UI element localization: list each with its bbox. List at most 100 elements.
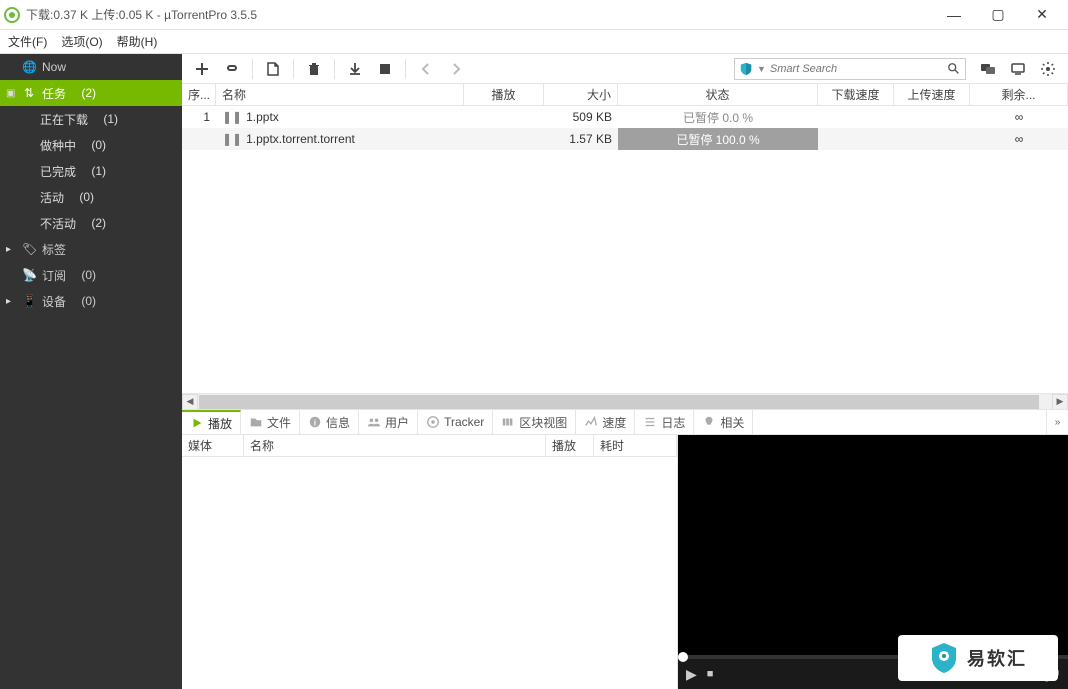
maximize-button[interactable]: ▢	[976, 1, 1020, 29]
sidebar-item-now[interactable]: 🌐 Now	[0, 54, 182, 80]
col-media-name[interactable]: 名称	[244, 435, 546, 456]
scroll-left-icon[interactable]: ◀	[182, 394, 198, 410]
delete-button[interactable]	[300, 56, 328, 82]
menu-help[interactable]: 帮助(H)	[117, 33, 158, 50]
expand-icon: ▸	[6, 296, 16, 307]
col-size[interactable]: 大小	[544, 84, 618, 105]
menu-file[interactable]: 文件(F)	[8, 33, 47, 50]
cell-name: ❚❚ 1.pptx.torrent.torrent	[216, 128, 464, 150]
tab-pieces[interactable]: 区块视图	[493, 410, 576, 434]
media-list-body[interactable]	[182, 457, 677, 689]
sidebar-item-active[interactable]: 活动 (0)	[0, 184, 182, 210]
menu-options[interactable]: 选项(O)	[61, 33, 102, 50]
device-icon: 📱	[22, 294, 36, 308]
col-num[interactable]: 序...	[182, 84, 216, 105]
cell-down	[818, 106, 894, 128]
window-title: 下载:0.37 K 上传:0.05 K - µTorrentPro 3.5.5	[26, 6, 932, 23]
search-input[interactable]	[770, 63, 943, 75]
sidebar-item-feeds[interactable]: 📡 订阅 (0)	[0, 262, 182, 288]
chat-button[interactable]	[974, 56, 1002, 82]
sidebar-item-completed[interactable]: 已完成 (1)	[0, 158, 182, 184]
cell-size: 1.57 KB	[544, 128, 618, 150]
cell-size: 509 KB	[544, 106, 618, 128]
search-box[interactable]: ▼	[734, 58, 966, 80]
scroll-right-icon[interactable]: ▶	[1052, 394, 1068, 410]
cell-eta: ∞	[970, 128, 1068, 150]
col-media-duration[interactable]: 耗时	[594, 435, 677, 456]
search-icon[interactable]	[947, 62, 961, 76]
add-torrent-button[interactable]	[188, 56, 216, 82]
sidebar-item-downloading[interactable]: 正在下载 (1)	[0, 106, 182, 132]
col-media[interactable]: 媒体	[182, 435, 244, 456]
forward-button[interactable]	[442, 56, 470, 82]
col-media-play[interactable]: 播放	[546, 435, 594, 456]
col-up-speed[interactable]: 上传速度	[894, 84, 970, 105]
cell-down	[818, 128, 894, 150]
torrent-list[interactable]: 1 ❚❚ 1.pptx 509 KB 已暂停 0.0 % ∞ ❚❚ 1.pptx…	[182, 106, 1068, 393]
sidebar-item-inactive[interactable]: 不活动 (2)	[0, 210, 182, 236]
cell-up	[894, 128, 970, 150]
cell-play	[464, 128, 544, 150]
table-row[interactable]: 1 ❚❚ 1.pptx 509 KB 已暂停 0.0 % ∞	[182, 106, 1068, 128]
svg-text:i: i	[314, 419, 316, 428]
cell-num	[182, 128, 216, 150]
play-button[interactable]: ▶	[686, 666, 697, 683]
tab-log[interactable]: 日志	[635, 410, 694, 434]
transfer-icon: ⇅	[22, 86, 36, 100]
tab-overflow-button[interactable]: »	[1046, 410, 1068, 434]
shield-icon	[739, 62, 753, 76]
cell-num: 1	[182, 106, 216, 128]
pause-icon: ❚❚	[222, 132, 242, 146]
scroll-thumb[interactable]	[199, 395, 1039, 409]
stop-button[interactable]: ■	[707, 668, 714, 680]
create-torrent-button[interactable]	[259, 56, 287, 82]
tag-icon: 🏷	[22, 242, 36, 256]
media-panel: 媒体 名称 播放 耗时	[182, 435, 678, 689]
tab-speed[interactable]: 速度	[576, 410, 635, 434]
pause-icon: ❚❚	[222, 110, 242, 124]
start-button[interactable]	[341, 56, 369, 82]
sidebar-item-tasks[interactable]: ▣ ⇅ 任务 (2)	[0, 80, 182, 106]
sidebar-item-seeding[interactable]: 做种中 (0)	[0, 132, 182, 158]
tab-related[interactable]: 相关	[694, 410, 753, 434]
cell-status: 已暂停 100.0 %	[618, 128, 818, 150]
torrent-list-header: 序... 名称 播放 大小 状态 下载速度 上传速度 剩余...	[182, 84, 1068, 106]
expand-icon: ▸	[6, 244, 16, 255]
cell-play	[464, 106, 544, 128]
col-name[interactable]: 名称	[216, 84, 464, 105]
settings-button[interactable]	[1034, 56, 1062, 82]
tab-tracker[interactable]: Tracker	[418, 410, 493, 434]
col-play[interactable]: 播放	[464, 84, 544, 105]
remote-button[interactable]	[1004, 56, 1032, 82]
back-button[interactable]	[412, 56, 440, 82]
col-down-speed[interactable]: 下载速度	[818, 84, 894, 105]
minimize-button[interactable]: —	[932, 1, 976, 29]
cell-status: 已暂停 0.0 %	[618, 106, 818, 128]
title-bar: 下载:0.37 K 上传:0.05 K - µTorrentPro 3.5.5 …	[0, 0, 1068, 30]
sidebar: 🌐 Now ▣ ⇅ 任务 (2) 正在下载 (1) 做种中 (0) 已完成 (1…	[0, 54, 182, 689]
detail-tabs: 播放 文件 i信息 用户 Tracker 区块视图 速度 日志 相关 »	[182, 409, 1068, 435]
cell-up	[894, 106, 970, 128]
add-url-button[interactable]	[218, 56, 246, 82]
table-row[interactable]: ❚❚ 1.pptx.torrent.torrent 1.57 KB 已暂停 10…	[182, 128, 1068, 150]
progress-thumb[interactable]	[678, 652, 688, 662]
tab-users[interactable]: 用户	[359, 410, 418, 434]
stop-button[interactable]	[371, 56, 399, 82]
sidebar-item-devices[interactable]: ▸ 📱 设备 (0)	[0, 288, 182, 314]
sidebar-item-labels[interactable]: ▸ 🏷 标签	[0, 236, 182, 262]
globe-icon: 🌐	[22, 60, 36, 74]
tab-files[interactable]: 文件	[241, 410, 300, 434]
watermark-icon	[929, 641, 959, 675]
dropdown-icon[interactable]: ▼	[757, 64, 766, 74]
tab-play[interactable]: 播放	[182, 410, 241, 434]
close-button[interactable]: ✕	[1020, 1, 1064, 29]
col-eta[interactable]: 剩余...	[970, 84, 1068, 105]
toolbar: ▼	[182, 54, 1068, 84]
horizontal-scrollbar[interactable]: ◀ ▶	[182, 393, 1068, 409]
collapse-icon: ▣	[6, 88, 16, 99]
cell-eta: ∞	[970, 106, 1068, 128]
cell-name: ❚❚ 1.pptx	[216, 106, 464, 128]
menu-bar: 文件(F) 选项(O) 帮助(H)	[0, 30, 1068, 54]
col-status[interactable]: 状态	[618, 84, 818, 105]
tab-info[interactable]: i信息	[300, 410, 359, 434]
